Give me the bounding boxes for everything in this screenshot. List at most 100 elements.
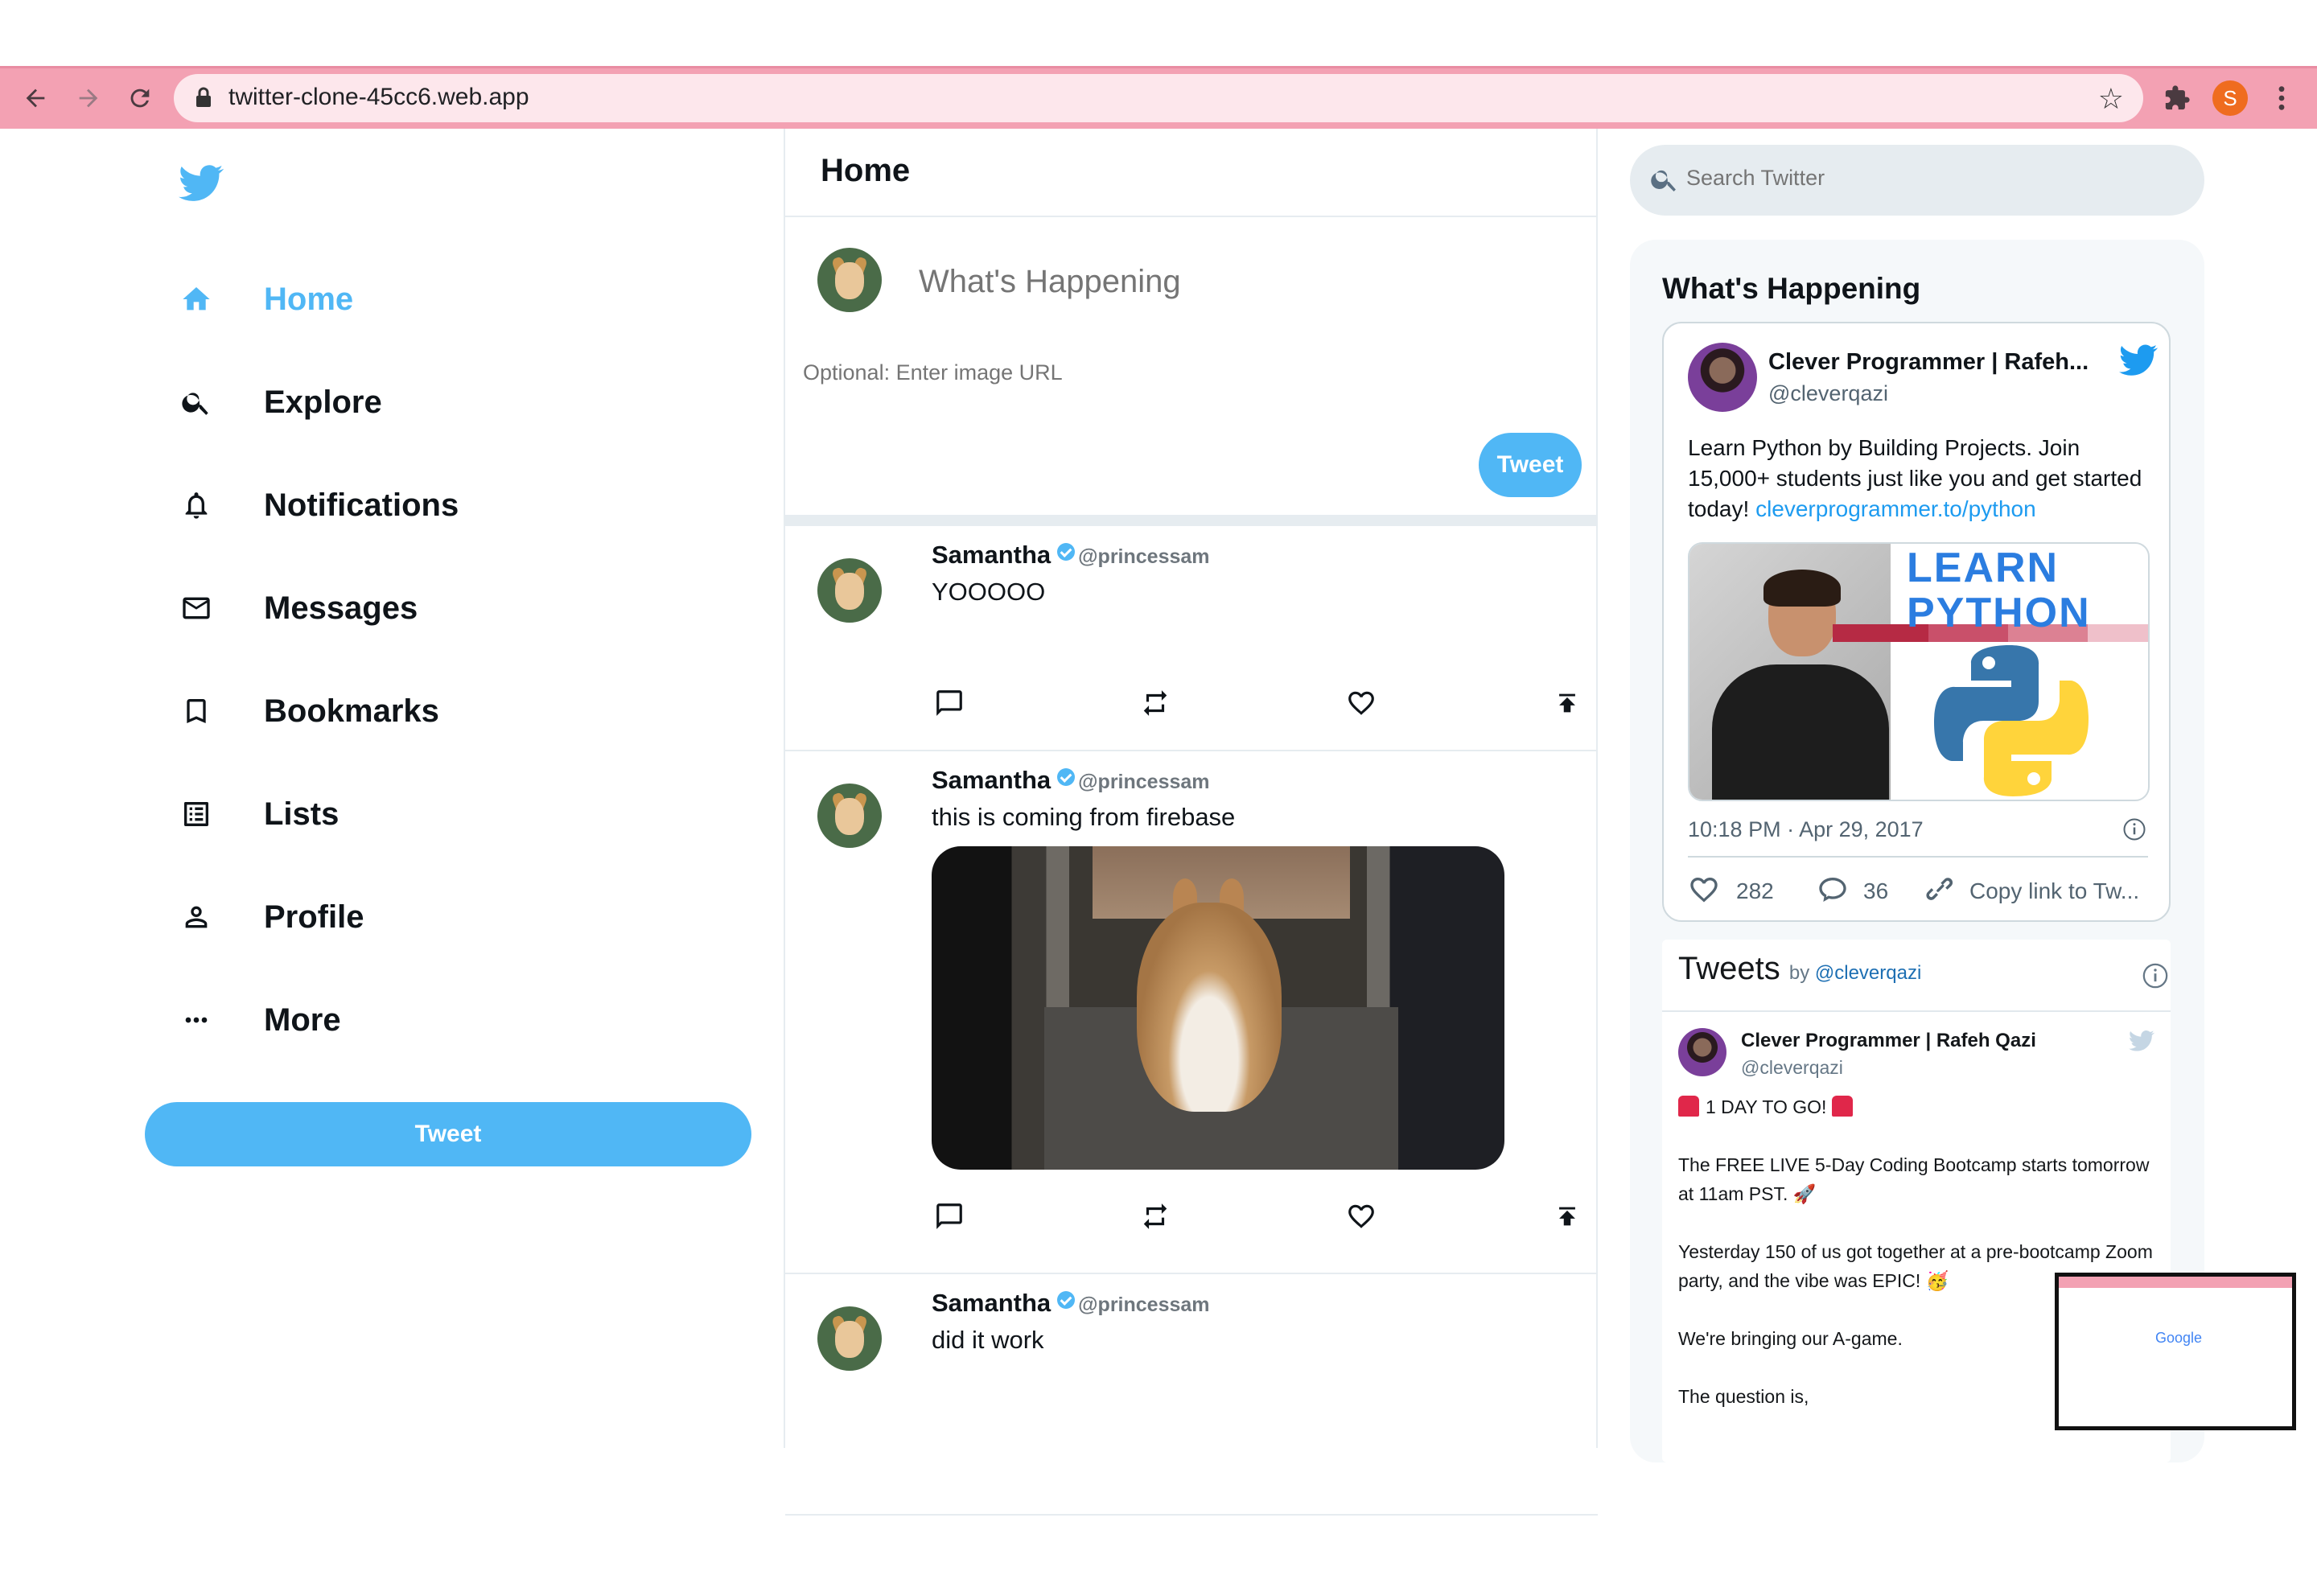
post-actions [932,1561,1591,1596]
like-icon[interactable] [1344,685,1379,721]
extensions-icon[interactable] [2156,77,2198,119]
sidebar-item-label: Home [264,281,354,317]
feed: Home Tweet Samantha @princessam YOOOOO Sa… [784,129,1598,1516]
verified-badge-icon [1057,543,1076,561]
siren-icon [1678,1096,1699,1117]
siren-icon [1831,1096,1853,1117]
embed-image[interactable]: LEARN PYTHON [1688,542,2150,801]
reply-icon[interactable] [1817,874,1849,911]
embed-image-title: LEARN PYTHON [1907,545,2091,636]
post-author: Samantha [932,1289,1051,1317]
post-handle: @princessam [1078,545,1210,568]
sidebar-item-explore[interactable]: Explore [177,370,382,434]
sidebar-item-messages[interactable]: Messages [177,576,418,640]
post: Samantha @princessam this is coming from … [785,751,1598,1274]
embed-handle[interactable]: @cleverqazi [1768,381,1888,406]
reply-icon[interactable] [932,685,967,721]
post: Samantha @princessam did it work [785,1274,1598,1516]
sidebar-item-label: Lists [264,796,340,832]
mail-icon [177,589,216,627]
search-input[interactable] [1686,166,2169,191]
profile-avatar[interactable]: S [2212,80,2248,116]
twitter-bird-icon[interactable] [2119,344,2159,380]
tweetbox-avatar [817,248,882,312]
sidebar-item-notifications[interactable]: Notifications [177,473,459,537]
widgets-title: What's Happening [1662,272,1921,305]
post-handle: @princessam [1078,771,1210,793]
sidebar-item-home[interactable]: Home [177,267,353,331]
timeline-divider [1662,1010,2171,1012]
search-bar[interactable] [1630,145,2204,216]
embed-timestamp[interactable]: 10:18 PM · Apr 29, 2017 [1688,817,1924,842]
embed-text: Learn Python by Building Projects. Join … [1688,433,2154,524]
sidebar-item-lists[interactable]: Lists [177,782,339,846]
copy-link[interactable]: Copy link to Tw... [1969,878,2139,904]
sidebar-tweet-button[interactable]: Tweet [145,1102,751,1166]
timeline-avatar[interactable] [1678,1028,1726,1076]
post-header: Samantha @princessam [932,766,1210,795]
mini-window-label: Google [2155,1330,2203,1346]
sidebar-item-label: Explore [264,384,382,420]
share-icon[interactable] [1549,1199,1585,1234]
info-icon[interactable] [2142,962,2169,993]
reload-icon[interactable] [119,77,161,119]
sidebar-item-label: Profile [264,899,364,935]
embed-link[interactable]: cleverprogrammer.to/python [1755,496,2036,521]
retweet-icon[interactable] [1138,685,1173,721]
timeline-author-handle[interactable]: @cleverqazi [1741,1057,1843,1079]
bookmark-star-icon[interactable]: ☆ [2098,82,2124,116]
sidebar-item-label: Notifications [264,487,459,523]
post-avatar [817,558,882,623]
sidebar-item-bookmarks[interactable]: Bookmarks [177,679,439,743]
sidebar-item-profile[interactable]: Profile [177,885,364,949]
twitter-bird-icon[interactable] [2129,1030,2155,1056]
list-icon [177,795,216,833]
link-icon[interactable] [1923,874,1955,911]
post-actions [932,685,1591,721]
reply-count: 36 [1863,878,1889,903]
person-icon [177,898,216,936]
search-icon [177,383,216,422]
post-text: this is coming from firebase [932,803,1236,831]
reply-icon[interactable] [932,1199,967,1234]
post-text: did it work [932,1326,1044,1354]
embed-image-line: LEARN [1907,545,2060,591]
back-icon[interactable] [14,77,56,119]
more-icon [177,1001,216,1039]
retweet-icon[interactable] [1138,1199,1173,1234]
mini-window-toolbar [2059,1277,2292,1288]
bookmark-icon [177,692,216,730]
like-icon[interactable] [1688,874,1720,911]
post-header: Samantha @princessam [932,1289,1210,1318]
post-actions [932,1199,1591,1234]
share-icon[interactable] [1549,685,1585,721]
embed-actions: 282 36 Copy link to Tw... [1688,874,2154,906]
embedded-tweet[interactable]: Clever Programmer | Rafeh... @cleverqazi… [1662,322,2171,922]
address-bar[interactable]: twitter-clone-45cc6.web.app ☆ [174,74,2143,122]
lock-icon [195,87,212,112]
timeline-by-text: by [1788,962,1810,984]
post-header: Samantha @princessam [932,541,1210,570]
menu-dots-icon[interactable] [2261,77,2303,119]
home-icon [177,280,216,319]
tweetbox-tweet-button[interactable]: Tweet [1479,433,1582,497]
screen-top [0,0,2317,66]
embed-avatar [1688,343,1757,412]
like-icon[interactable] [1344,1199,1379,1234]
embed-author[interactable]: Clever Programmer | Rafeh... [1768,349,2089,376]
post-author: Samantha [932,541,1051,569]
tweet-input[interactable] [919,264,1562,300]
timeline-line: The FREE LIVE 5-Day Coding Bootcamp star… [1678,1154,2150,1204]
forward-icon[interactable] [68,77,109,119]
mini-window-preview[interactable]: Google [2055,1273,2296,1430]
verified-badge-icon [1057,1291,1076,1309]
info-icon[interactable] [2122,817,2146,845]
twitter-bird-icon[interactable] [179,164,224,207]
image-url-input[interactable] [803,360,1447,385]
timeline-header: Tweets by @cleverqazi [1678,951,1921,987]
feed-divider [785,515,1598,526]
bell-icon [177,486,216,524]
timeline-handle-link[interactable]: @cleverqazi [1815,962,1921,984]
timeline-author[interactable]: Clever Programmer | Rafeh Qazi [1741,1030,2036,1052]
sidebar-item-more[interactable]: More [177,988,341,1052]
